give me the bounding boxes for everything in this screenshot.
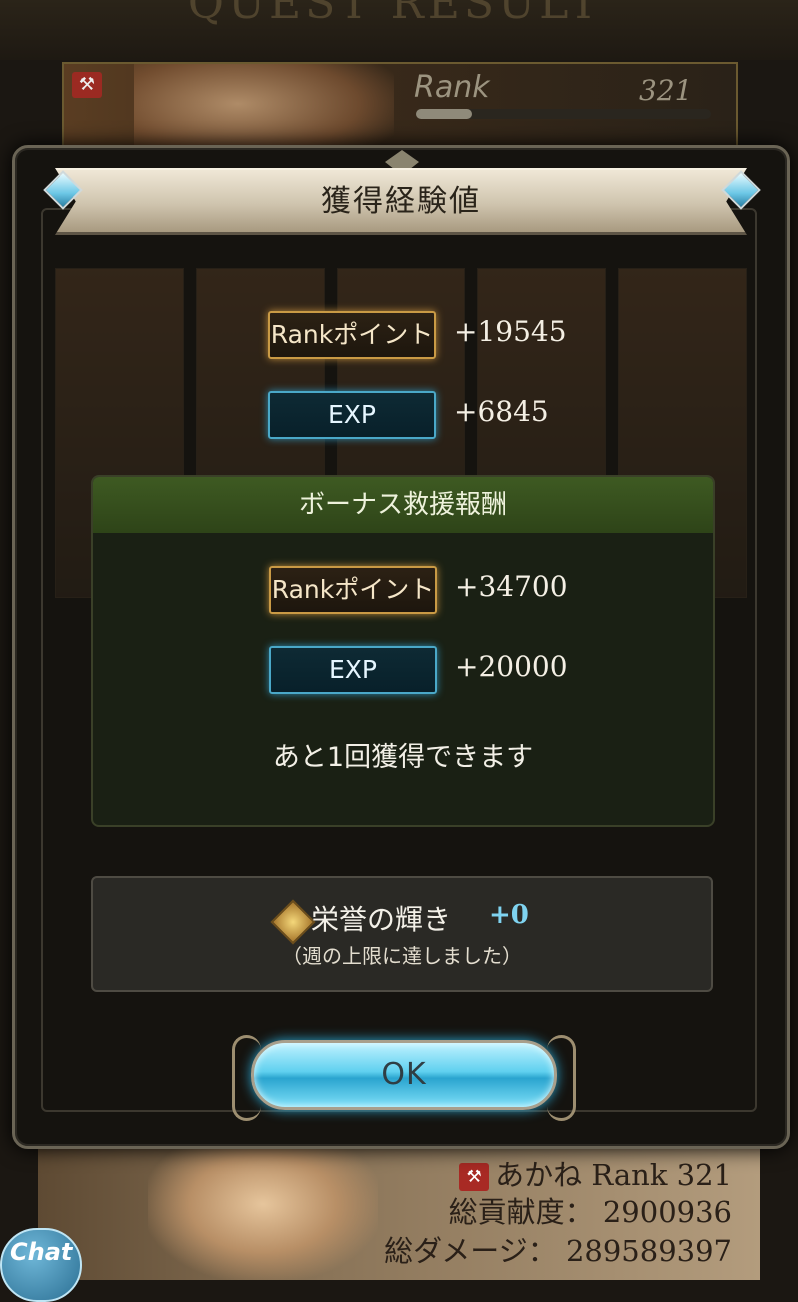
player-portrait (148, 1142, 378, 1280)
rank-value: 321 (639, 74, 693, 107)
rank-point-badge: Rankポイント (268, 311, 436, 359)
reward-row-rank: Rankポイント +19545 (268, 311, 568, 359)
background-header: QUEST RESULT (0, 0, 798, 60)
reward-row-exp: EXP +6845 (268, 391, 568, 439)
player-name-rank: ⚒ あかね Rank 321 (459, 1152, 732, 1194)
honor-limit-note: （週の上限に達しました） (282, 944, 522, 968)
player-result-card: ⚒ あかね Rank 321 総貢献度： 2900936 総ダメージ： 28958… (38, 1142, 760, 1280)
dialog-title: 獲得経験値 (321, 184, 481, 219)
bonus-row-rank: Rankポイント +34700 (269, 566, 569, 614)
exp-result-dialog: 獲得経験値 Rankポイント +19545 EXP +6845 ボーナス救援報酬… (12, 145, 790, 1149)
bonus-rank-point-badge: Rankポイント (269, 566, 437, 614)
bonus-reward-box: ボーナス救援報酬 Rankポイント +34700 EXP +20000 あと1回… (91, 475, 715, 827)
chat-button[interactable]: Chat (0, 1228, 82, 1302)
rank-progress-fill (416, 109, 473, 119)
rank-progress-bar (416, 109, 711, 119)
rank-point-value: +19545 (454, 315, 567, 348)
bonus-rank-point-value: +34700 (455, 570, 568, 603)
ok-button-label: OK (381, 1057, 427, 1092)
quest-result-title: QUEST RESULT (187, 0, 603, 29)
exp-value: +6845 (454, 395, 549, 428)
weapon-icon: ⚒ (459, 1163, 490, 1191)
honor-crystal-icon (270, 899, 316, 945)
honor-label: 栄誉の輝き (311, 903, 452, 936)
bonus-exp-value: +20000 (455, 650, 568, 683)
chat-label: Chat (10, 1238, 73, 1266)
player-damage: 総ダメージ： 289589397 (384, 1234, 732, 1268)
weapon-icon: ⚒ (72, 72, 102, 98)
bonus-exp-badge: EXP (269, 646, 437, 694)
bonus-title: ボーナス救援報酬 (93, 477, 713, 533)
crest-ornament-icon (385, 150, 419, 170)
bonus-remaining-note: あと1回獲得できます (272, 742, 534, 773)
player-contribution: 総貢献度： 2900936 (448, 1195, 732, 1229)
ok-button[interactable]: OK (232, 1035, 576, 1121)
bonus-row-exp: EXP +20000 (269, 646, 569, 694)
honor-box: 栄誉の輝き +0 （週の上限に達しました） (91, 876, 713, 992)
exp-badge: EXP (268, 391, 436, 439)
honor-value: +0 (489, 900, 529, 930)
rank-label: Rank (414, 70, 490, 105)
